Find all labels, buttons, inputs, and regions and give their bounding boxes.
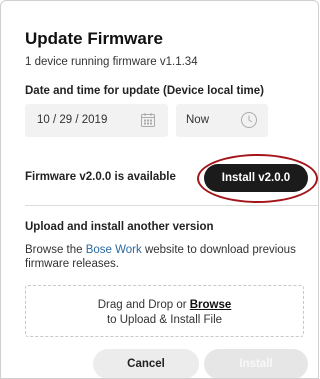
browse-instructions: Browse the Bose Work website to download… (25, 243, 297, 271)
calendar-icon[interactable] (140, 112, 156, 128)
schedule-label: Date and time for update (Device local t… (25, 85, 265, 97)
cancel-button[interactable]: Cancel (93, 349, 199, 378)
time-value: Now (186, 114, 210, 126)
bose-work-link[interactable]: Bose Work (86, 244, 142, 256)
highlight-annotation (197, 154, 318, 203)
update-firmware-dialog: Update Firmware 1 device running firmwar… (0, 0, 319, 379)
firmware-available-label: Firmware v2.0.0 is available (25, 171, 176, 183)
firmware-status-text: 1 device running firmware v1.1.34 (25, 56, 198, 68)
dropzone-prefix: Drag and Drop or (97, 299, 190, 311)
dropzone-line2: to Upload & Install File (106, 314, 223, 326)
time-picker[interactable]: Now (176, 104, 268, 137)
upload-section-label: Upload and install another version (25, 221, 214, 233)
divider (25, 205, 318, 206)
clock-icon[interactable] (240, 111, 258, 129)
dropzone-line1: Drag and Drop or Browse (26, 298, 303, 313)
browse-prefix: Browse the (25, 244, 86, 256)
install-button[interactable]: Install (204, 349, 308, 378)
date-value: 10 / 29 / 2019 (37, 114, 108, 126)
browse-file-link[interactable]: Browse (190, 299, 232, 311)
dialog-title: Update Firmware (25, 29, 163, 48)
file-dropzone[interactable]: Drag and Drop or Browse to Upload & Inst… (25, 285, 304, 337)
date-picker[interactable]: 10 / 29 / 2019 (25, 104, 168, 137)
